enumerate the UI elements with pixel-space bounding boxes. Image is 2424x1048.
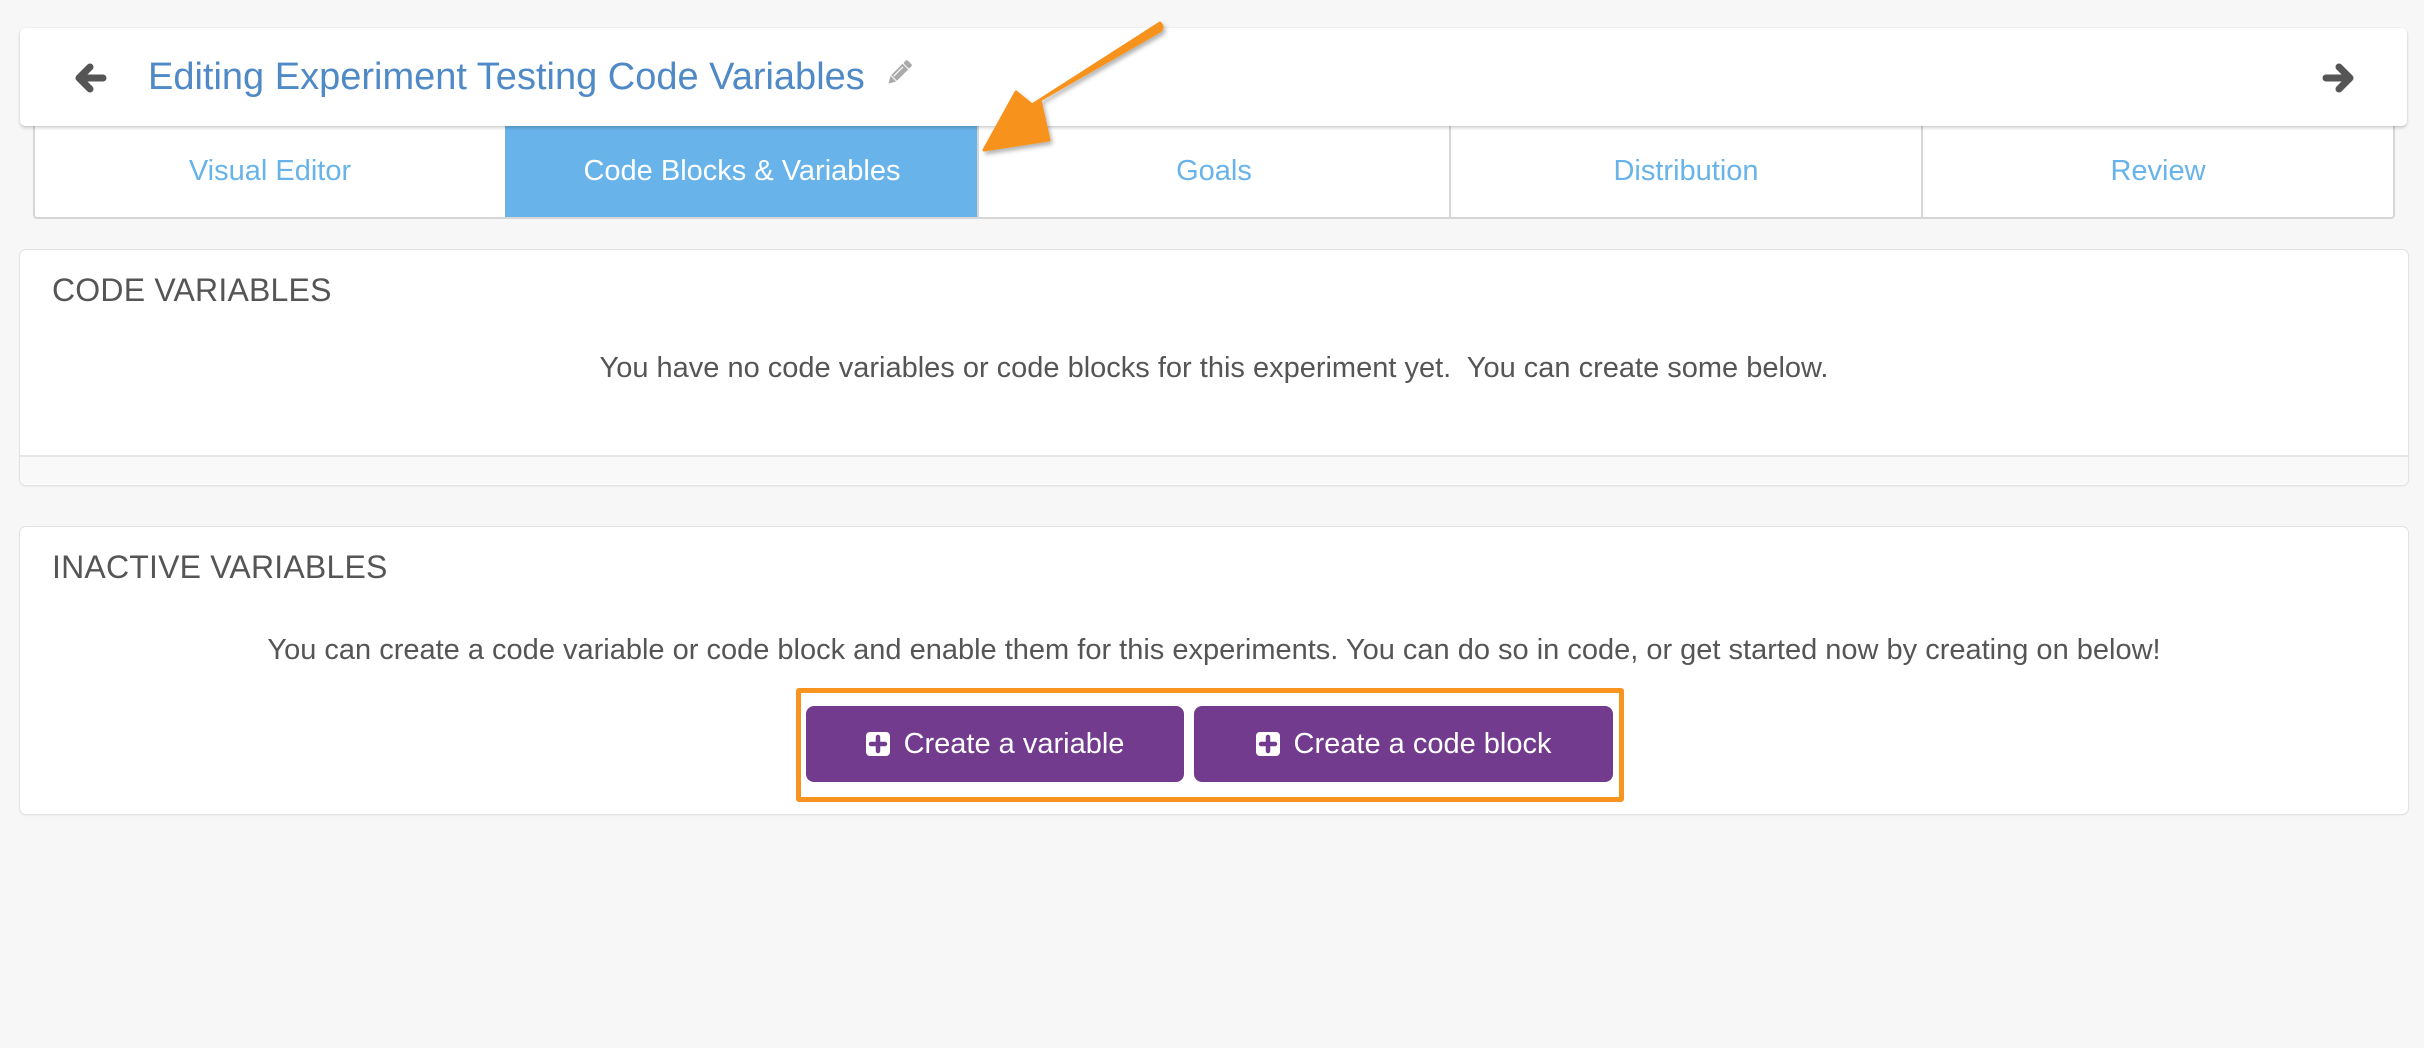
arrow-left-icon[interactable] [73, 61, 107, 95]
code-variables-heading: CODE VARIABLES [52, 272, 332, 308]
inactive-variables-message: You can create a code variable or code b… [267, 634, 2161, 666]
tab-code-blocks-variables[interactable]: Code Blocks & Variables [505, 126, 977, 217]
arrow-right-icon[interactable] [2322, 61, 2356, 95]
plus-square-icon [865, 732, 890, 756]
create-code-block-label: Create a code block [1293, 727, 1552, 760]
tab-review[interactable]: Review [1921, 126, 2393, 217]
tab-distribution[interactable]: Distribution [1449, 126, 1921, 217]
experiment-header: Editing Experiment Testing Code Variable… [20, 28, 2407, 126]
step-tabs: Visual Editor Code Blocks & Variables Go… [33, 126, 2395, 219]
tab-goals[interactable]: Goals [977, 126, 1449, 217]
plus-square-icon [1255, 732, 1280, 756]
page-title-text: Editing Experiment Testing Code Variable… [148, 56, 865, 98]
panel-footer [20, 455, 2408, 484]
tab-visual-editor[interactable]: Visual Editor [35, 126, 505, 217]
inactive-variables-heading: INACTIVE VARIABLES [52, 549, 388, 585]
create-variable-label: Create a variable [903, 727, 1125, 760]
code-variables-panel: CODE VARIABLES You have no code variable… [20, 250, 2408, 485]
create-variable-button[interactable]: Create a variable [806, 706, 1184, 782]
empty-state-message: You have no code variables or code block… [599, 352, 1829, 384]
create-code-block-button[interactable]: Create a code block [1194, 706, 1613, 782]
pencil-icon[interactable] [885, 59, 913, 87]
page-title: Editing Experiment Testing Code Variable… [148, 52, 913, 102]
